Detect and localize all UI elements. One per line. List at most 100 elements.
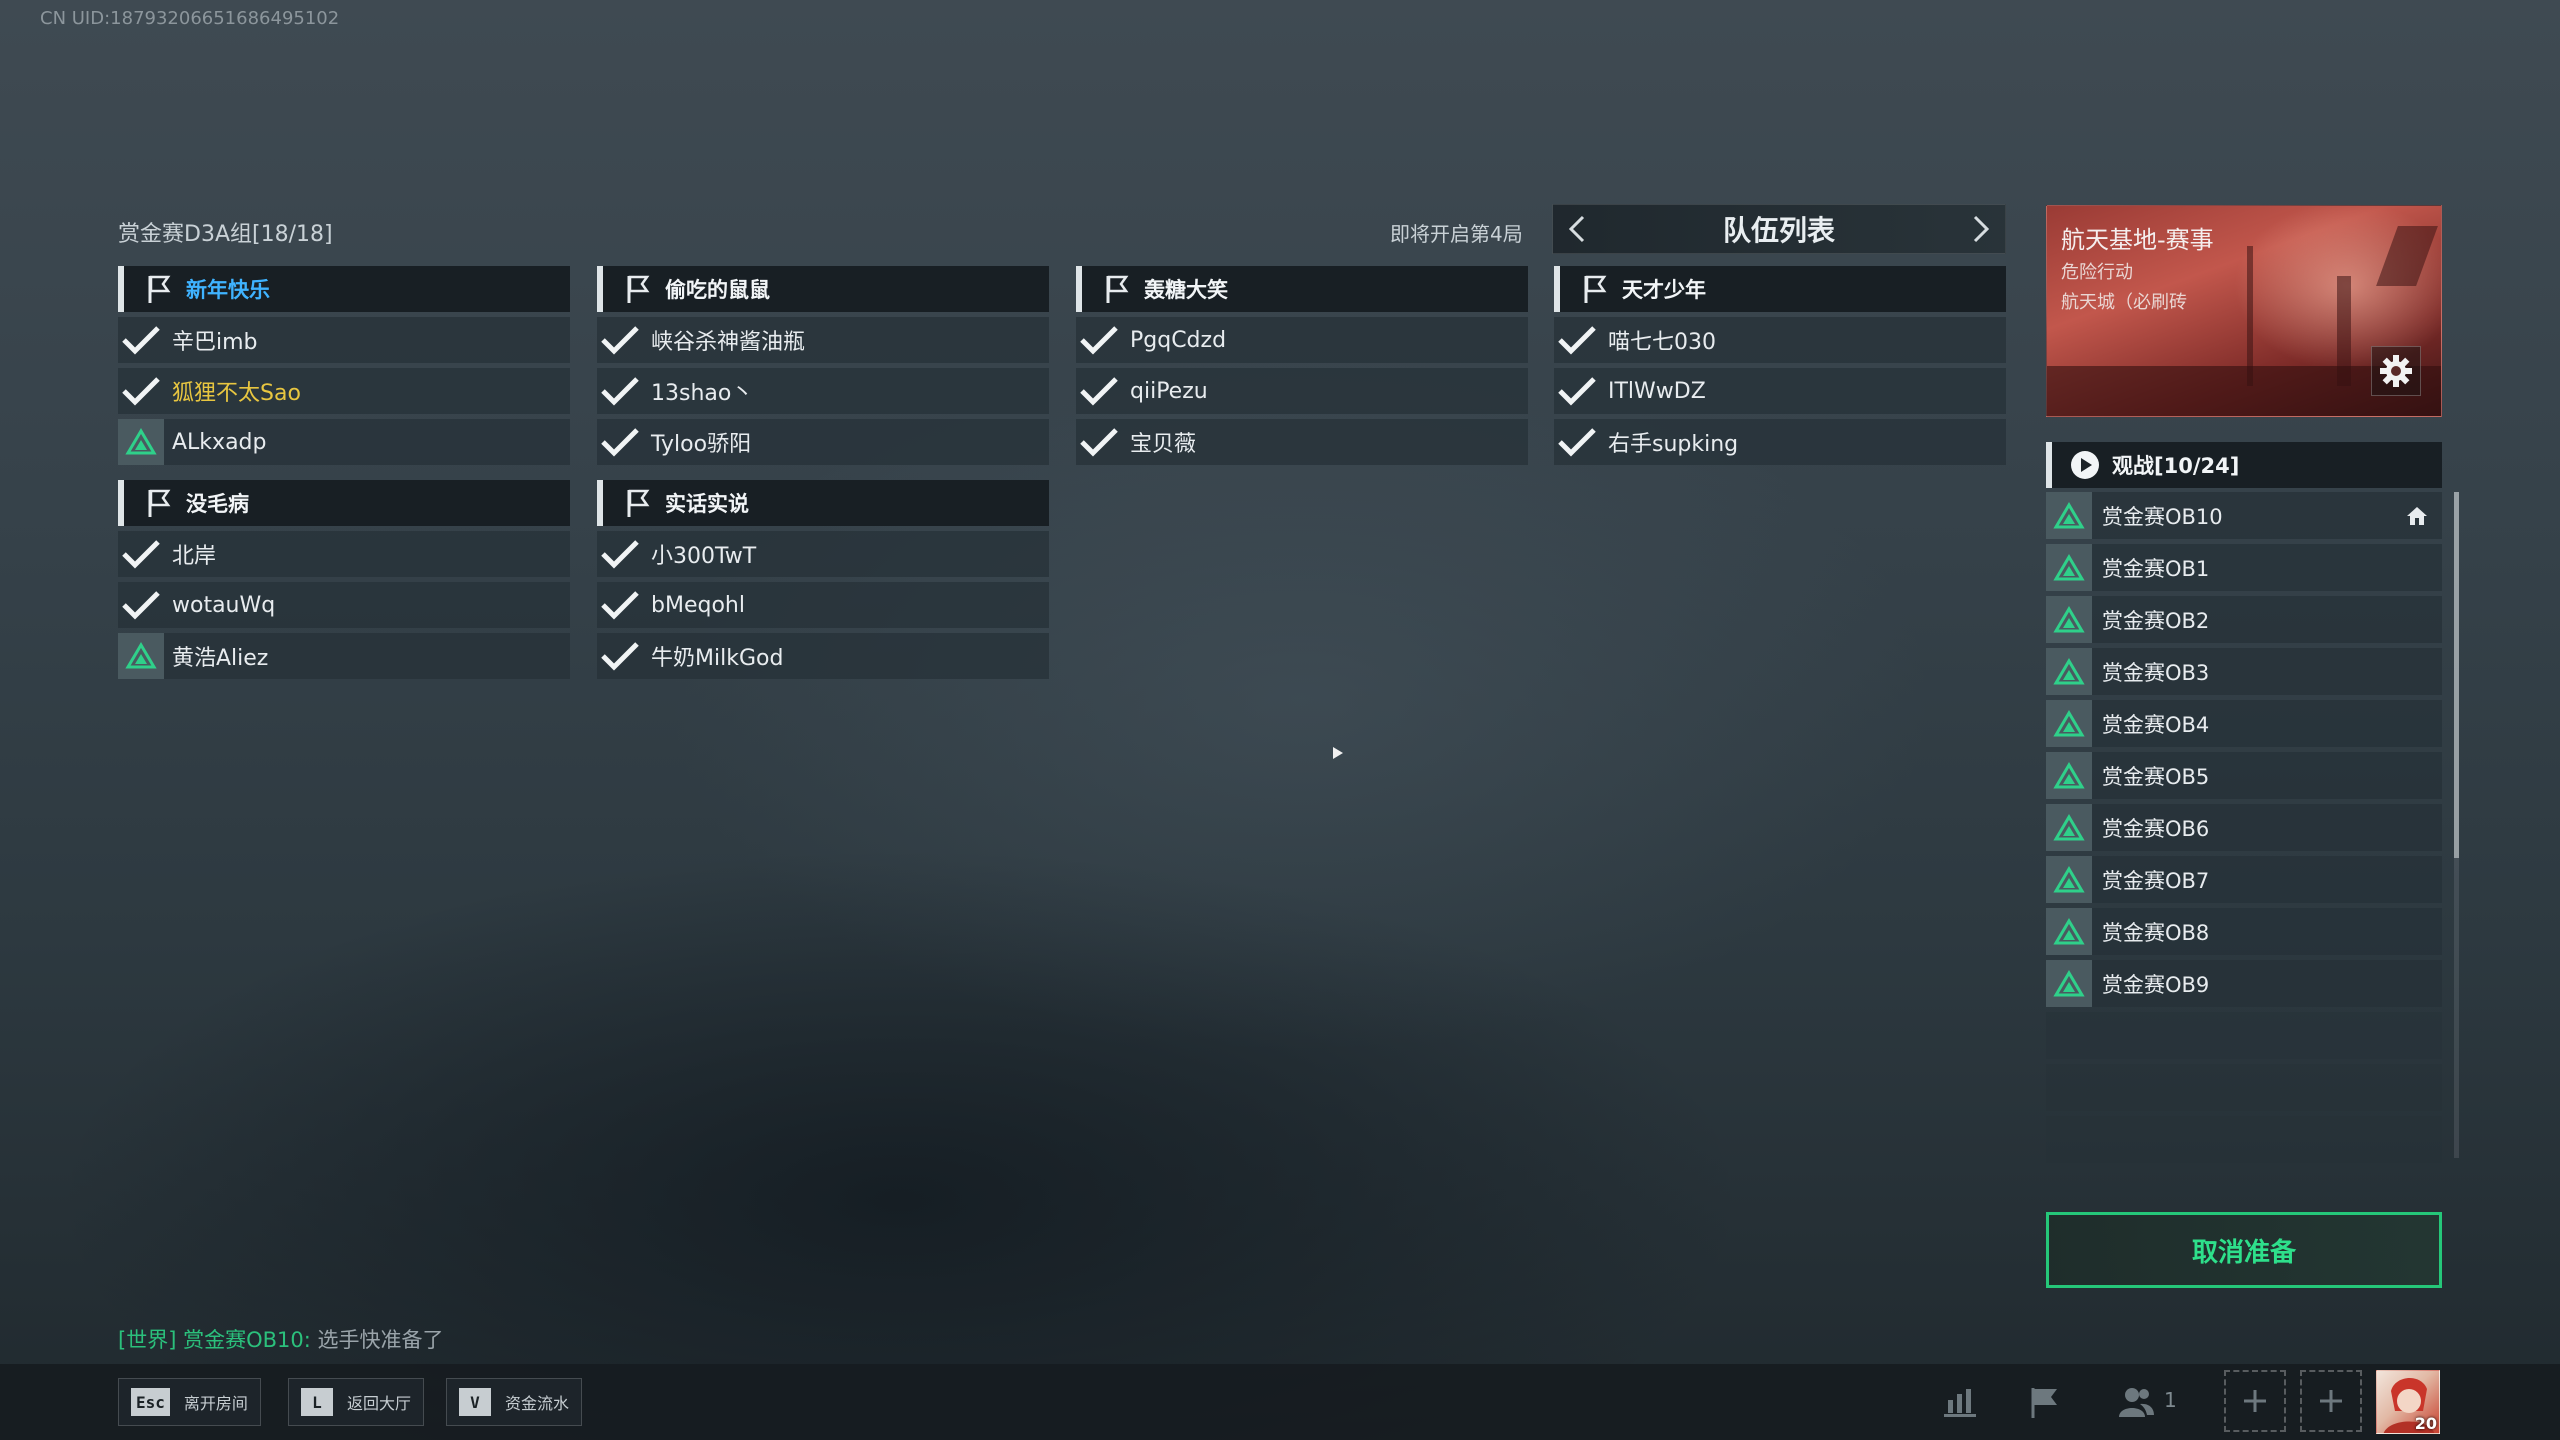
mouse-cursor-icon	[1333, 747, 1343, 759]
player-row[interactable]: 13shao丶	[597, 368, 1049, 414]
friends-online-count: 1	[2164, 1388, 2177, 1412]
banner-title: 航天基地-赛事	[2061, 226, 2214, 254]
team-card: 轰糖大笑 PgqCdzd qiiPezu 宝贝薇	[1076, 266, 1528, 470]
player-name: ALkxadp	[172, 429, 267, 455]
player-row[interactable]: qiiPezu	[1076, 368, 1528, 414]
triangle-icon	[2046, 492, 2092, 539]
cn-uid-text: CN UID:1879320665168649510​2	[40, 8, 340, 29]
team-name: 实话实说	[665, 492, 749, 516]
spectator-row[interactable]: 赏金赛OB6	[2046, 804, 2442, 851]
play-icon	[2071, 451, 2099, 479]
hotkey-badge: Esc	[131, 1388, 170, 1416]
player-row[interactable]: PgqCdzd	[1076, 317, 1528, 363]
ready-check-icon	[597, 317, 643, 363]
triangle-icon	[2046, 700, 2092, 747]
flag-icon	[627, 275, 650, 303]
player-name: 13shao丶	[651, 381, 754, 406]
player-row[interactable]: 小300TwT	[597, 531, 1049, 577]
player-row[interactable]: 峡谷杀神酱油瓶	[597, 317, 1049, 363]
spectator-row[interactable]: 赏金赛OB2	[2046, 596, 2442, 643]
spectator-name: 赏金赛OB10	[2102, 504, 2223, 529]
cancel-ready-button[interactable]: 取消准备	[2046, 1212, 2442, 1288]
ready-check-icon	[1554, 419, 1600, 465]
player-row[interactable]: 喵七七030	[1554, 317, 2006, 363]
triangle-icon	[2046, 752, 2092, 799]
return-lobby-button[interactable]: L 返回大厅	[288, 1378, 425, 1426]
ready-check-icon	[597, 633, 643, 679]
previous-page-button[interactable]	[1559, 205, 1595, 253]
player-row[interactable]: 牛奶MilkGod	[597, 633, 1049, 679]
spectator-name: 赏金赛OB4	[2102, 712, 2210, 737]
banner-tower	[2247, 246, 2253, 386]
spectator-title: 观战[10/24]	[2112, 454, 2240, 478]
spectator-row[interactable]: 赏金赛OB8	[2046, 908, 2442, 955]
banner-roof	[2376, 226, 2438, 286]
chat-sender: 赏金赛OB10:	[183, 1328, 311, 1352]
player-name: PgqCdzd	[1130, 327, 1227, 353]
spectator-name: 赏金赛OB3	[2102, 660, 2210, 685]
flag-icon	[148, 275, 171, 303]
banner-map: 航天城（必刷砖	[2061, 292, 2187, 313]
player-name: 牛奶MilkGod	[651, 646, 784, 671]
empty-spectator-slot	[2046, 1012, 2442, 1059]
team-name: 天才少年	[1622, 278, 1706, 302]
spectator-row[interactable]: 赏金赛OB4	[2046, 700, 2442, 747]
empty-spectator-slot	[2046, 1116, 2442, 1163]
player-name: 宝贝薇	[1130, 432, 1197, 457]
flag-icon	[148, 489, 171, 517]
player-row[interactable]: 辛巴imb	[118, 317, 570, 363]
friends-button[interactable]	[2114, 1380, 2158, 1424]
spectator-row[interactable]: 赏金赛OB10	[2046, 492, 2442, 539]
team-name: 没毛病	[186, 492, 249, 516]
map-banner: 航天基地-赛事 危险行动 航天城（必刷砖	[2046, 205, 2442, 417]
spectator-row[interactable]: 赏金赛OB7	[2046, 856, 2442, 903]
spectator-name: 赏金赛OB7	[2102, 868, 2210, 893]
player-row[interactable]: 狐狸不太Sao	[118, 368, 570, 414]
player-row[interactable]: ITlWwDZ	[1554, 368, 2006, 414]
ready-check-icon	[597, 419, 643, 465]
player-name: 峡谷杀神酱油瓶	[651, 330, 806, 355]
triangle-icon	[118, 633, 164, 679]
banner-mode: 危险行动	[2061, 262, 2133, 283]
player-row[interactable]: Tyloo骄阳	[597, 419, 1049, 465]
flag-icon	[1106, 275, 1129, 303]
player-row[interactable]: ALkxadp	[118, 419, 570, 465]
spectator-row[interactable]: 赏金赛OB3	[2046, 648, 2442, 695]
next-page-button[interactable]	[1963, 205, 1999, 253]
player-row[interactable]: 黄浩Aliez	[118, 633, 570, 679]
team-name-row: 新年快乐	[118, 266, 570, 312]
player-name: qiiPezu	[1130, 378, 1208, 404]
spectator-row[interactable]: 赏金赛OB9	[2046, 960, 2442, 1007]
team-flag-button[interactable]	[2022, 1380, 2066, 1424]
player-avatar[interactable]: 20	[2376, 1370, 2440, 1434]
spectator-row[interactable]: 赏金赛OB1	[2046, 544, 2442, 591]
player-name: 辛巴imb	[172, 330, 258, 355]
player-row[interactable]: bMeqohl	[597, 582, 1049, 628]
player-name: 右手supking	[1608, 432, 1739, 457]
player-row[interactable]: wotauWq	[118, 582, 570, 628]
ready-check-icon	[1076, 419, 1122, 465]
leave-room-button[interactable]: Esc 离开房间	[118, 1378, 261, 1426]
spectator-scrollbar[interactable]	[2454, 492, 2459, 858]
player-name: 北岸	[172, 544, 217, 569]
player-row[interactable]: 北岸	[118, 531, 570, 577]
stats-button[interactable]	[1938, 1380, 1982, 1424]
player-row[interactable]: 宝贝薇	[1076, 419, 1528, 465]
triangle-icon	[2046, 804, 2092, 851]
add-party-slot-button[interactable]	[2300, 1370, 2362, 1432]
spectator-row[interactable]: 赏金赛OB5	[2046, 752, 2442, 799]
spectator-header: 观战[10/24]	[2046, 442, 2442, 488]
plus-icon	[2320, 1390, 2342, 1412]
hotkey-label: 资金流水	[505, 1394, 570, 1413]
fund-flow-button[interactable]: V 资金流水	[446, 1378, 583, 1426]
chevron-left-icon	[1568, 215, 1585, 243]
ready-check-icon	[597, 582, 643, 628]
settings-button[interactable]	[2371, 346, 2421, 396]
spectator-name: 赏金赛OB1	[2102, 556, 2210, 581]
ready-check-icon	[118, 317, 164, 363]
player-name-self: 狐狸不太Sao	[172, 381, 301, 406]
player-row[interactable]: 右手supking	[1554, 419, 2006, 465]
add-party-slot-button[interactable]	[2224, 1370, 2286, 1432]
team-name: 轰糖大笑	[1144, 278, 1228, 302]
chat-message: [世界] 赏金赛OB10: 选手快准备了	[118, 1324, 444, 1354]
